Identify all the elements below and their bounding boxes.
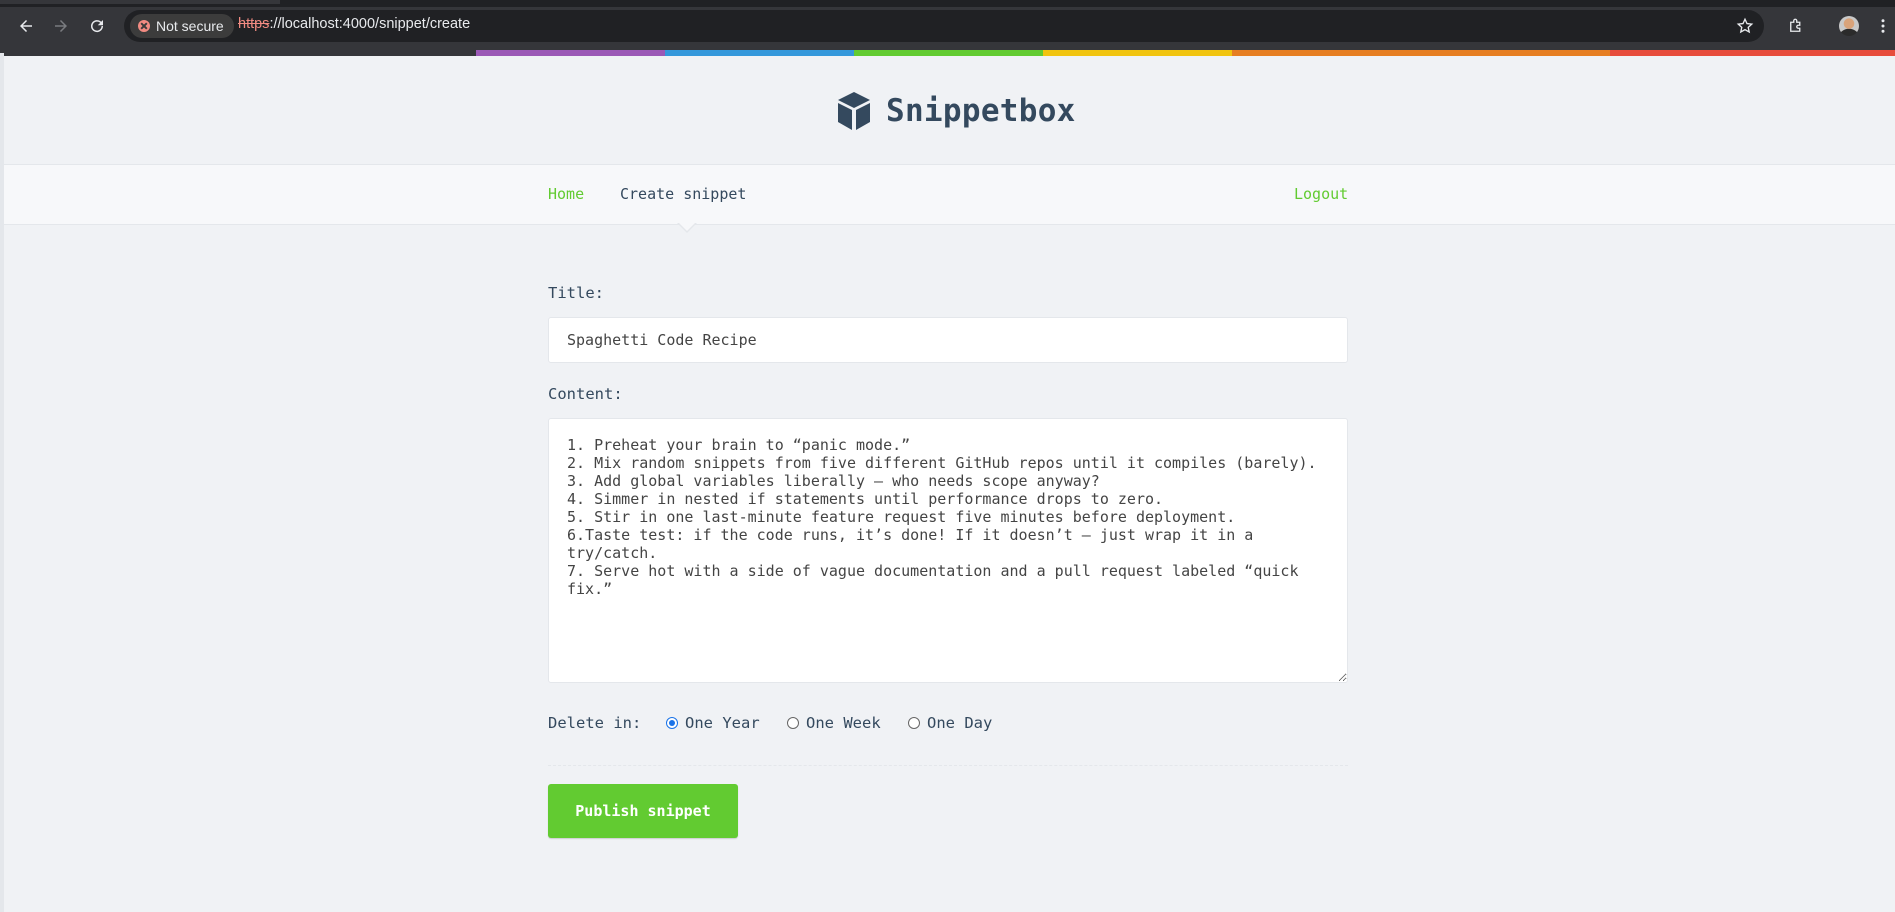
nav-home-link[interactable]: Home bbox=[548, 185, 584, 203]
menu-icon[interactable] bbox=[1876, 14, 1890, 38]
forward-icon[interactable] bbox=[49, 14, 73, 38]
url-text[interactable]: https://localhost:4000/snippet/create bbox=[238, 16, 470, 32]
content-label: Content: bbox=[548, 385, 623, 403]
active-nav-caret bbox=[677, 222, 697, 233]
tab-strip bbox=[0, 0, 1895, 7]
nav-create-snippet-link[interactable]: Create snippet bbox=[620, 185, 746, 203]
expires-one-year-radio[interactable]: One Year bbox=[666, 714, 760, 732]
title-input[interactable] bbox=[548, 317, 1348, 363]
star-icon[interactable] bbox=[1733, 14, 1757, 38]
expires-one-week-radio[interactable]: One Week bbox=[787, 714, 881, 732]
url-path: ://localhost:4000/snippet/create bbox=[269, 16, 471, 32]
active-tab[interactable] bbox=[0, 0, 280, 4]
site-header: Snippetbox bbox=[4, 56, 1895, 165]
back-icon[interactable] bbox=[14, 14, 38, 38]
radio-unchecked-icon[interactable] bbox=[787, 717, 799, 729]
title-label: Title: bbox=[548, 284, 604, 302]
expires-one-day-radio[interactable]: One Day bbox=[908, 714, 992, 732]
content-textarea[interactable] bbox=[548, 418, 1348, 683]
address-bar[interactable]: Not secure https://localhost:4000/snippe… bbox=[124, 10, 1764, 42]
cube-icon bbox=[838, 92, 870, 130]
brand-link[interactable]: Snippetbox bbox=[836, 91, 1076, 131]
delete-in-label: Delete in: bbox=[548, 714, 642, 732]
browser-toolbar: Not secure https://localhost:4000/snippe… bbox=[0, 0, 1895, 53]
not-secure-icon bbox=[138, 20, 150, 32]
radio-unchecked-icon[interactable] bbox=[908, 717, 920, 729]
brand-title: Snippetbox bbox=[886, 93, 1076, 129]
security-label: Not secure bbox=[156, 18, 224, 34]
reload-icon[interactable] bbox=[85, 14, 109, 38]
radio-label: One Year bbox=[685, 714, 760, 732]
main-nav: Home Create snippet Logout bbox=[4, 165, 1895, 233]
profile-avatar[interactable] bbox=[1837, 14, 1861, 38]
radio-label: One Week bbox=[806, 714, 881, 732]
publish-snippet-button[interactable]: Publish snippet bbox=[548, 784, 738, 838]
extensions-icon[interactable] bbox=[1784, 14, 1808, 38]
radio-label: One Day bbox=[927, 714, 993, 732]
form-divider bbox=[548, 765, 1348, 766]
security-chip[interactable]: Not secure bbox=[130, 14, 234, 38]
nav-logout-link[interactable]: Logout bbox=[1294, 185, 1348, 203]
radio-checked-icon[interactable] bbox=[666, 717, 678, 729]
url-scheme: https bbox=[238, 16, 270, 32]
